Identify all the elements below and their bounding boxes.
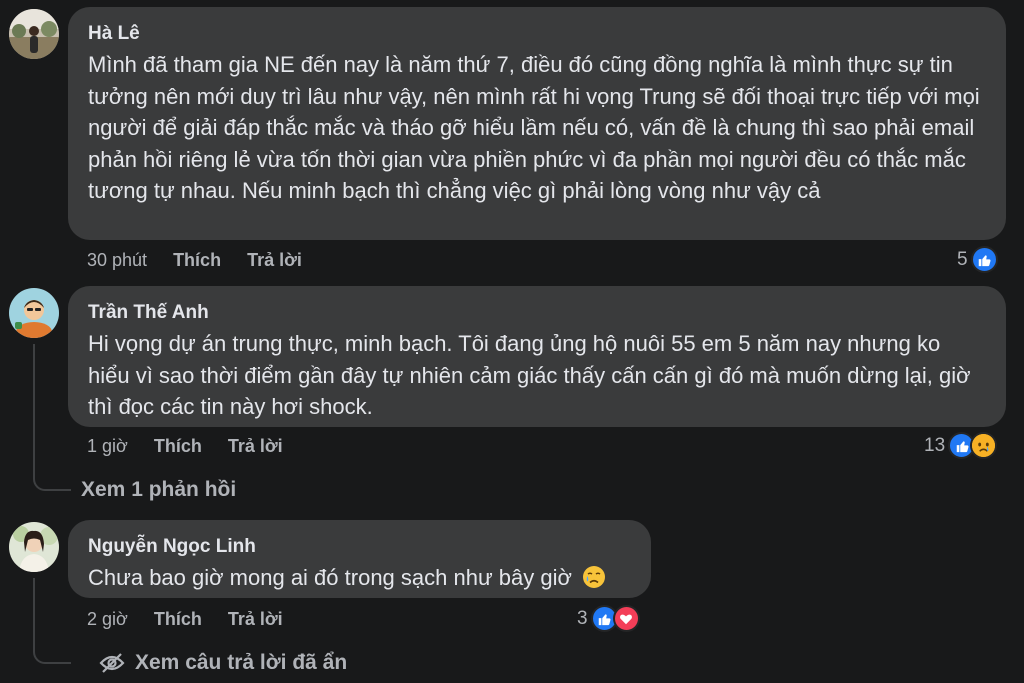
love-reaction-icon [612,605,640,632]
like-button[interactable]: Thích [154,436,202,457]
comment-bubble: Hà Lê Mình đã tham gia NE đến nay là năm… [68,7,1006,240]
comment-author[interactable]: Hà Lê [88,21,986,47]
like-button[interactable]: Thích [173,250,221,271]
comment-actions: 2 giờ Thích Trả lời [87,609,309,630]
comment-text: Hi vọng dự án trung thực, minh bạch. Tôi… [88,331,971,419]
comment-text: Chưa bao giờ mong ai đó trong sạch như b… [88,565,572,590]
eye-slash-icon [99,652,125,674]
reaction-summary[interactable]: 3 [577,605,640,632]
like-button[interactable]: Thích [154,609,202,630]
avatar-tran-the-anh[interactable] [9,288,59,338]
avatar-ha-le[interactable] [9,9,59,59]
view-replies-link[interactable]: Xem 1 phản hồi [81,478,236,502]
hidden-replies-label[interactable]: Xem câu trả lời đã ẩn [135,651,347,675]
thread-line [33,578,71,664]
comment-time[interactable]: 2 giờ [87,609,128,630]
like-reaction-icon [970,246,998,273]
reaction-count: 5 [957,248,968,270]
comment-text: Mình đã tham gia NE đến nay là năm thứ 7… [88,52,980,203]
hidden-replies-link[interactable]: Xem câu trả lời đã ẩn [99,651,347,675]
comment-actions: 30 phút Thích Trả lời [87,250,328,271]
comment-bubble: Trần Thế Anh Hi vọng dự án trung thực, m… [68,286,1006,427]
comment-time[interactable]: 1 giờ [87,436,128,457]
comment-time[interactable]: 30 phút [87,250,147,271]
reply-button[interactable]: Trả lời [228,609,283,630]
reaction-count: 13 [924,434,946,456]
sad-reaction-icon [970,432,998,459]
comment-bubble: Nguyễn Ngọc Linh Chưa bao giờ mong ai đó… [68,520,651,598]
reply-button[interactable]: Trả lời [247,250,302,271]
comment-author[interactable]: Nguyễn Ngọc Linh [88,534,631,560]
comment-actions: 1 giờ Thích Trả lời [87,436,309,457]
reaction-summary[interactable]: 13 [924,432,998,459]
comment-text-row: Chưa bao giờ mong ai đó trong sạch như b… [88,562,631,598]
reaction-summary[interactable]: 5 [957,246,998,273]
comment-author[interactable]: Trần Thế Anh [88,300,986,326]
reaction-count: 3 [577,607,588,629]
avatar-nguyen-ngoc-linh[interactable] [9,522,59,572]
reply-button[interactable]: Trả lời [228,436,283,457]
sad-tear-emoji-icon [582,565,606,598]
thread-line [33,344,71,491]
